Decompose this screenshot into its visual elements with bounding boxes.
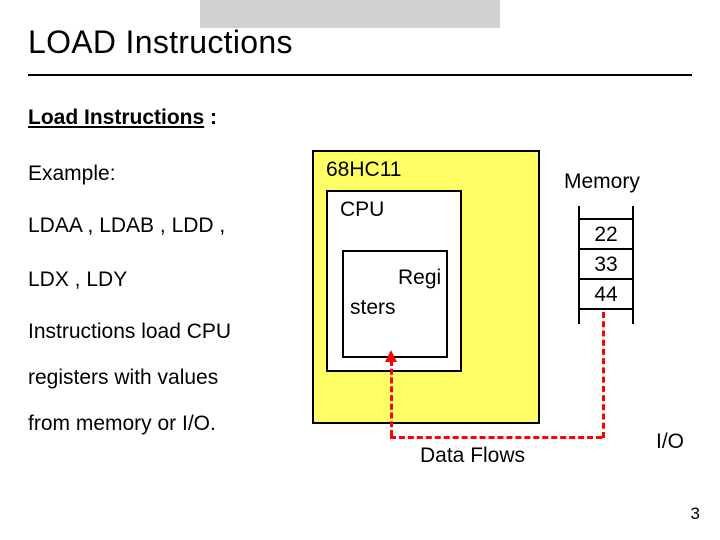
text-reg: registers with values [28, 364, 218, 392]
memory-stack: 22 33 44 [578, 206, 634, 324]
io-label: I/O [656, 430, 684, 454]
memory-cell: 22 [578, 220, 634, 250]
page-number: 3 [691, 504, 700, 524]
registers-label-2: sters [350, 296, 396, 320]
arrowhead-icon [385, 350, 397, 362]
subheading-tail: : [204, 106, 217, 129]
subheading: Load Instructions : [28, 106, 217, 130]
registers-label-1: Regi [398, 266, 441, 290]
dataflow-arrow-vert-reg [390, 360, 393, 436]
title-underline [28, 74, 692, 76]
slide-title: LOAD Instructions [28, 24, 293, 61]
cpu-label: CPU [340, 198, 384, 222]
text-example: Example: [28, 160, 116, 188]
dataflow-arrow-horiz [390, 436, 602, 439]
memory-cell: 33 [578, 250, 634, 280]
text-mem: from memory or I/O. [28, 410, 216, 438]
dataflows-label: Data Flows [420, 444, 525, 468]
slide: LOAD Instructions Load Instructions : Ex… [0, 0, 720, 540]
subheading-text: Load Instructions [28, 106, 204, 129]
memory-cell-top [578, 206, 634, 220]
text-instr: Instructions load CPU [28, 318, 231, 346]
memory-cell: 44 [578, 280, 634, 310]
text-ldaa: LDAA , LDAB , LDD , [28, 212, 225, 240]
dataflow-arrow-vert-memory [602, 312, 605, 438]
hc11-label: 68HC11 [326, 158, 402, 182]
text-ldx: LDX , LDY [28, 266, 127, 294]
memory-label: Memory [564, 170, 640, 194]
memory-cell-bot [578, 310, 634, 324]
